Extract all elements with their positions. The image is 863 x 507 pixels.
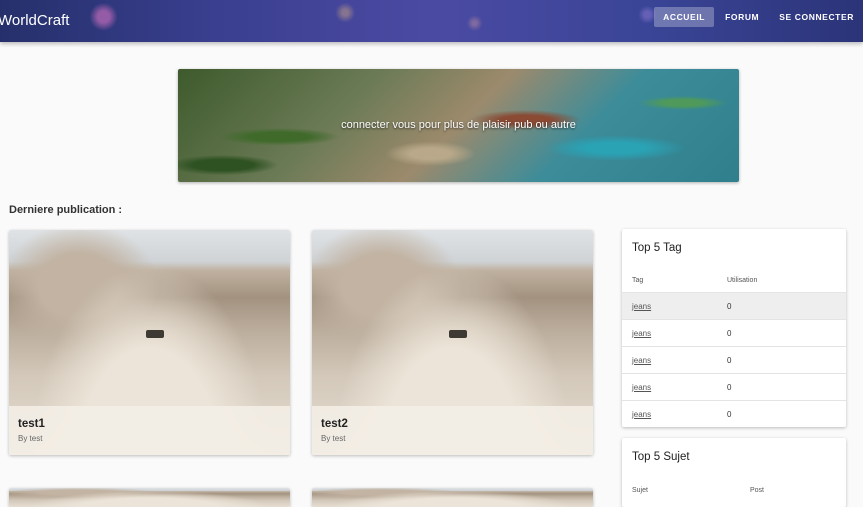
- post-card[interactable]: [9, 488, 290, 507]
- post-image: [312, 488, 593, 507]
- hero-banner: connecter vous pour plus de plaisir pub …: [178, 69, 739, 182]
- brand-logo[interactable]: WorldCraft: [0, 12, 69, 29]
- table-row: jeans 0: [622, 292, 846, 319]
- tag-link[interactable]: jeans: [632, 302, 651, 311]
- column-header: Post: [750, 487, 765, 494]
- tag-link[interactable]: jeans: [632, 383, 651, 392]
- table-header: Tag Utilisation: [622, 267, 846, 293]
- column-header: Sujet: [632, 487, 648, 494]
- table-row: jeans 0: [622, 346, 846, 373]
- tag-count: 0: [727, 356, 732, 365]
- post-title[interactable]: test1: [18, 418, 45, 430]
- tag-count: 0: [727, 302, 732, 311]
- post-title[interactable]: test2: [321, 418, 348, 430]
- nav-accueil[interactable]: ACCUEIL: [654, 7, 715, 27]
- table-row: jeans 0: [622, 373, 846, 400]
- panel-title: Top 5 Tag: [632, 242, 682, 254]
- post-card[interactable]: [312, 488, 593, 507]
- tag-link[interactable]: jeans: [632, 410, 651, 419]
- tag-link[interactable]: jeans: [632, 356, 651, 365]
- table-row: jeans 0: [622, 400, 846, 427]
- tag-count: 0: [727, 383, 732, 392]
- banner-text: connecter vous pour plus de plaisir pub …: [341, 119, 576, 131]
- panel-title: Top 5 Sujet: [632, 451, 690, 463]
- tag-link[interactable]: jeans: [632, 329, 651, 338]
- post-image: [9, 488, 290, 507]
- table-header: Sujet Post: [622, 477, 846, 503]
- section-title: Derniere publication :: [9, 204, 123, 216]
- nav-forum[interactable]: FORUM: [716, 7, 768, 27]
- post-card[interactable]: test2 By test: [312, 230, 593, 455]
- app-header: WorldCraft ACCUEIL FORUM SE CONNECTER: [0, 0, 863, 42]
- top-tags-panel: Top 5 Tag Tag Utilisation jeans 0 jeans …: [622, 229, 846, 427]
- main-nav: ACCUEIL FORUM SE CONNECTER: [654, 7, 863, 27]
- table-row: jeans 0: [622, 319, 846, 346]
- column-header: Utilisation: [727, 277, 758, 284]
- post-author: By test: [18, 434, 43, 443]
- tag-count: 0: [727, 410, 732, 419]
- post-author: By test: [321, 434, 346, 443]
- tag-count: 0: [727, 329, 732, 338]
- post-card[interactable]: test1 By test: [9, 230, 290, 455]
- top-subjects-panel: Top 5 Sujet Sujet Post: [622, 438, 846, 507]
- column-header: Tag: [632, 277, 644, 284]
- nav-login[interactable]: SE CONNECTER: [770, 7, 863, 27]
